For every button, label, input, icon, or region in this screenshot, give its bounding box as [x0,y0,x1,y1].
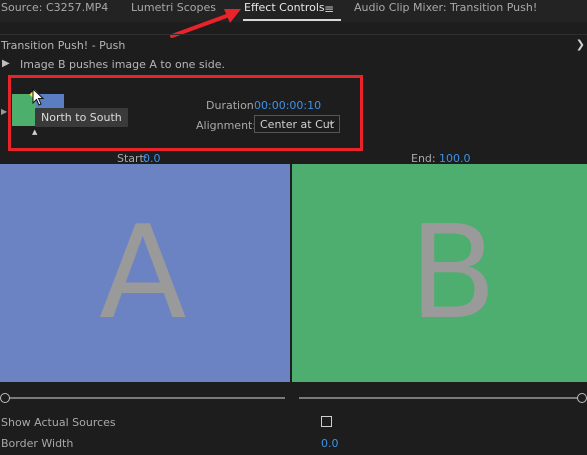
preview-clip-b: B [292,164,587,382]
effect-description: Image B pushes image A to one side. [20,58,225,71]
show-actual-sources-label: Show Actual Sources [1,416,116,429]
description-row: ▶ Image B pushes image A to one side. [0,56,587,74]
end-slider-track[interactable] [299,397,579,399]
start-slider-handle[interactable] [0,393,10,403]
edge-selector-left-icon[interactable]: ▶ [1,107,7,116]
show-actual-sources-row: Show Actual Sources [0,414,587,434]
play-icon[interactable]: ▶ [2,58,10,69]
annotation-highlight-box [8,75,363,151]
border-width-row: Border Width 0.0 [0,435,587,455]
clip-a-letter: A [99,199,187,348]
preview-clip-a: A [0,164,290,382]
show-actual-sources-checkbox[interactable] [321,416,332,427]
effect-title: Transition Push! - Push [1,39,126,52]
collapse-chevron-icon[interactable]: ❯ [576,38,585,51]
clip-b-letter: B [409,199,497,348]
effect-header: Transition Push! - Push ❯ [0,34,587,55]
start-slider-track[interactable] [6,397,285,399]
end-slider-handle[interactable] [577,393,587,403]
border-width-label: Border Width [1,437,74,450]
border-width-value[interactable]: 0.0 [321,437,339,450]
